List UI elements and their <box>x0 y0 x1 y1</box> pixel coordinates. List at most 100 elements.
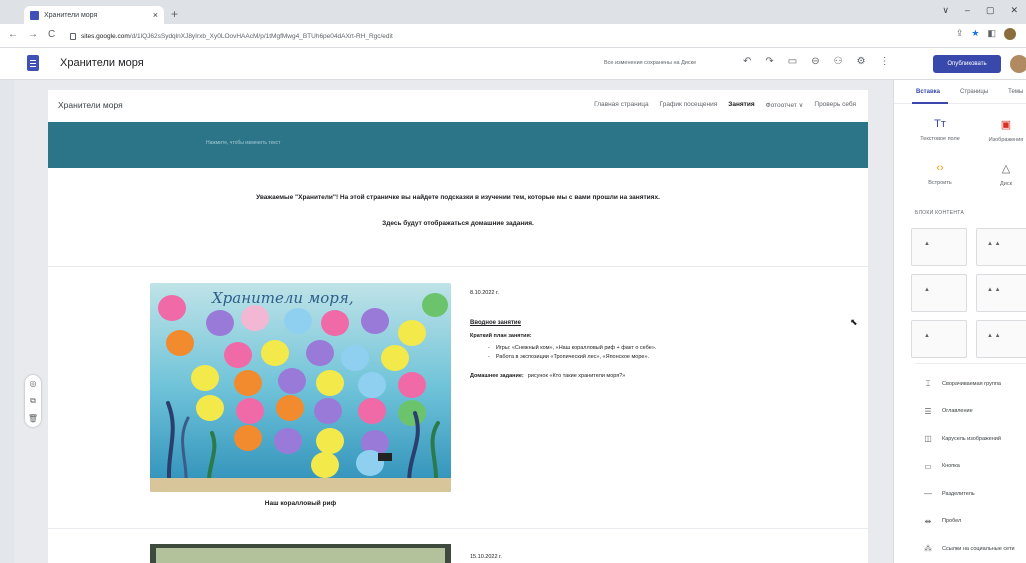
content-block-1[interactable] <box>911 228 967 266</box>
panel-divider <box>915 363 1026 364</box>
insert-image-carousel[interactable]: ◫ Карусель изображений <box>894 425 1026 453</box>
tab-themes[interactable]: Темы <box>1008 89 1023 95</box>
divider-label: Разделитель <box>942 490 975 497</box>
new-tab-button[interactable]: + <box>171 7 178 21</box>
nav-self-check[interactable]: Проверь себя <box>814 101 856 109</box>
nav-photo-report[interactable]: Фотоотчет ∨ <box>766 101 804 109</box>
carousel-icon: ◫ <box>924 434 932 444</box>
lock-icon <box>70 32 76 40</box>
plan-item-2: Работа в экспозиции «Тропический лес», «… <box>488 354 850 360</box>
site-name[interactable]: Хранители моря <box>58 100 123 110</box>
tab-insert[interactable]: Вставка <box>916 89 940 95</box>
close-window-button[interactable]: ✕ <box>1010 5 1018 16</box>
lesson-1-text[interactable]: 8.10.2022 г. Вводное занятие Краткий пла… <box>470 290 850 379</box>
url-field[interactable]: sites.google.com /d/1lQJ62sSydqlnXJ8yIrx… <box>70 28 940 44</box>
insert-social-links[interactable]: ⁂ Ссылки на социальные сети <box>894 535 1026 563</box>
intro-text[interactable]: Уважаемые "Хранители"! На этой страничке… <box>158 188 758 234</box>
reload-icon[interactable]: C <box>48 29 55 40</box>
text-box-icon: Tт <box>934 118 946 130</box>
profile-avatar[interactable] <box>1004 28 1016 40</box>
nav-home[interactable]: Главная страница <box>594 101 649 109</box>
back-icon[interactable]: ← <box>8 29 18 40</box>
lesson-1-plan-list: Игры: «Снежный ком», «Наш коралловый риф… <box>488 345 850 360</box>
insert-images[interactable]: ▣ Изображения <box>976 118 1026 143</box>
toc-icon: ☰ <box>924 406 932 416</box>
url-host: sites.google.com <box>81 32 130 40</box>
section-tools: ◎ ⧉ 🗑 <box>25 375 41 427</box>
section-divider-2 <box>48 528 868 529</box>
editor-tools: ↶ ↷ ▭ ⊖ ⚇ ⚙ ⋮ <box>743 56 890 67</box>
bookmark-star-icon[interactable]: ★ <box>971 28 979 40</box>
banner-edit-hint: Нажмите, чтобы изменить текст <box>206 140 281 146</box>
coral-reef-photo[interactable]: Хранители моря, <box>150 283 451 492</box>
intro-line-2: Здесь будут отображаться домашние задани… <box>382 220 534 227</box>
insert-embed[interactable]: ‹› Встроить <box>910 162 970 186</box>
more-menu-icon[interactable]: ⋮ <box>880 56 890 67</box>
carousel-label: Карусель изображений <box>942 435 1001 442</box>
browser-tab[interactable]: Хранители моря × <box>24 6 164 24</box>
site-navigation: Главная страница График посещения Заняти… <box>594 101 856 109</box>
sidepanel-icon[interactable]: ◧ <box>987 28 996 40</box>
insert-collapsible-group[interactable]: ⌶ Сворачиваемая группа <box>894 370 1026 398</box>
photo-caption[interactable]: Наш коралловый риф <box>150 500 451 507</box>
text-box-label: Текстовое поле <box>920 136 960 142</box>
preview-icon[interactable]: ▭ <box>788 56 797 67</box>
homework-label: Домашнее задание: <box>470 373 524 379</box>
url-path: /d/1lQJ62sSydqlnXJ8yIrxb_Xy0LOovHAAcM/p/… <box>129 32 393 40</box>
insert-drive[interactable]: △ Диск <box>976 162 1026 187</box>
delete-icon[interactable]: 🗑 <box>28 414 38 423</box>
site-document-title[interactable]: Хранители моря <box>60 57 144 69</box>
social-links-label: Ссылки на социальные сети <box>942 545 1015 552</box>
images-label: Изображения <box>988 137 1024 143</box>
content-block-4[interactable] <box>976 274 1026 312</box>
maximize-button[interactable]: ▢ <box>986 5 995 16</box>
palette-icon[interactable]: ◎ <box>30 379 37 388</box>
minimize-button[interactable]: – <box>965 5 970 16</box>
insert-table-of-contents[interactable]: ☰ Оглавление <box>894 398 1026 426</box>
content-block-5[interactable] <box>911 320 967 358</box>
nav-schedule[interactable]: График посещения <box>660 101 718 109</box>
share-icon[interactable]: ⇪ <box>956 28 964 40</box>
lesson-1-date: 8.10.2022 г. <box>470 290 499 296</box>
insert-items-list: ⌶ Сворачиваемая группа ☰ Оглавление ◫ Карус… <box>894 370 1026 563</box>
insert-spacer[interactable]: ⇹ Пробел <box>894 508 1026 536</box>
lesson-1-title[interactable]: Вводное занятие <box>470 320 850 326</box>
lesson-2-photo[interactable] <box>150 544 451 563</box>
mouse-cursor-icon: ⬉ <box>850 317 858 327</box>
insert-divider[interactable]: — Разделитель <box>894 480 1026 508</box>
address-bar: ← → C sites.google.com /d/1lQJ62sSydqlnX… <box>0 24 1026 48</box>
publish-button[interactable]: Опубликовать <box>933 55 1001 73</box>
insert-button[interactable]: ▭ Кнопка <box>894 453 1026 481</box>
tab-pages[interactable]: Страницы <box>960 89 988 95</box>
tab-search-icon[interactable]: ∨ <box>942 5 949 16</box>
browser-extensions: ⇪ ★ ◧ <box>956 28 1016 40</box>
active-tab-indicator <box>912 102 948 104</box>
content-block-2[interactable] <box>976 228 1026 266</box>
copy-link-icon[interactable]: ⊖ <box>811 56 819 67</box>
section-divider <box>48 266 868 267</box>
content-block-3[interactable] <box>911 274 967 312</box>
undo-icon[interactable]: ↶ <box>743 56 751 67</box>
redo-icon[interactable]: ↷ <box>765 56 773 67</box>
coral-reef-drawing: Хранители моря, <box>150 283 451 492</box>
settings-gear-icon[interactable]: ⚙ <box>857 56 866 67</box>
page-banner[interactable]: Нажмите, чтобы изменить текст <box>48 122 868 168</box>
collapsible-icon: ⌶ <box>925 378 931 388</box>
homework-text: рисунок «Кто такие хранители моря?» <box>527 373 626 379</box>
tab-close-icon[interactable]: × <box>153 10 158 20</box>
lesson-1-plan-label: Краткий план занятия: <box>470 333 532 339</box>
google-sites-logo-icon[interactable] <box>27 55 39 71</box>
insert-text-box[interactable]: Tт Текстовое поле <box>910 118 970 142</box>
nav-lessons[interactable]: Занятия <box>728 101 754 109</box>
lesson-2-date: 15.10.2022 г. <box>470 554 502 560</box>
duplicate-icon[interactable]: ⧉ <box>30 396 36 406</box>
forward-icon[interactable]: → <box>28 29 38 40</box>
share-user-icon[interactable]: ⚇ <box>834 56 843 67</box>
image-icon: ▣ <box>1000 119 1012 131</box>
toc-label: Оглавление <box>942 408 973 415</box>
account-avatar[interactable] <box>1010 55 1026 73</box>
drive-label: Диск <box>1000 181 1012 187</box>
social-links-icon: ⁂ <box>924 544 932 554</box>
fish-drawing <box>378 453 392 461</box>
content-block-6[interactable] <box>976 320 1026 358</box>
